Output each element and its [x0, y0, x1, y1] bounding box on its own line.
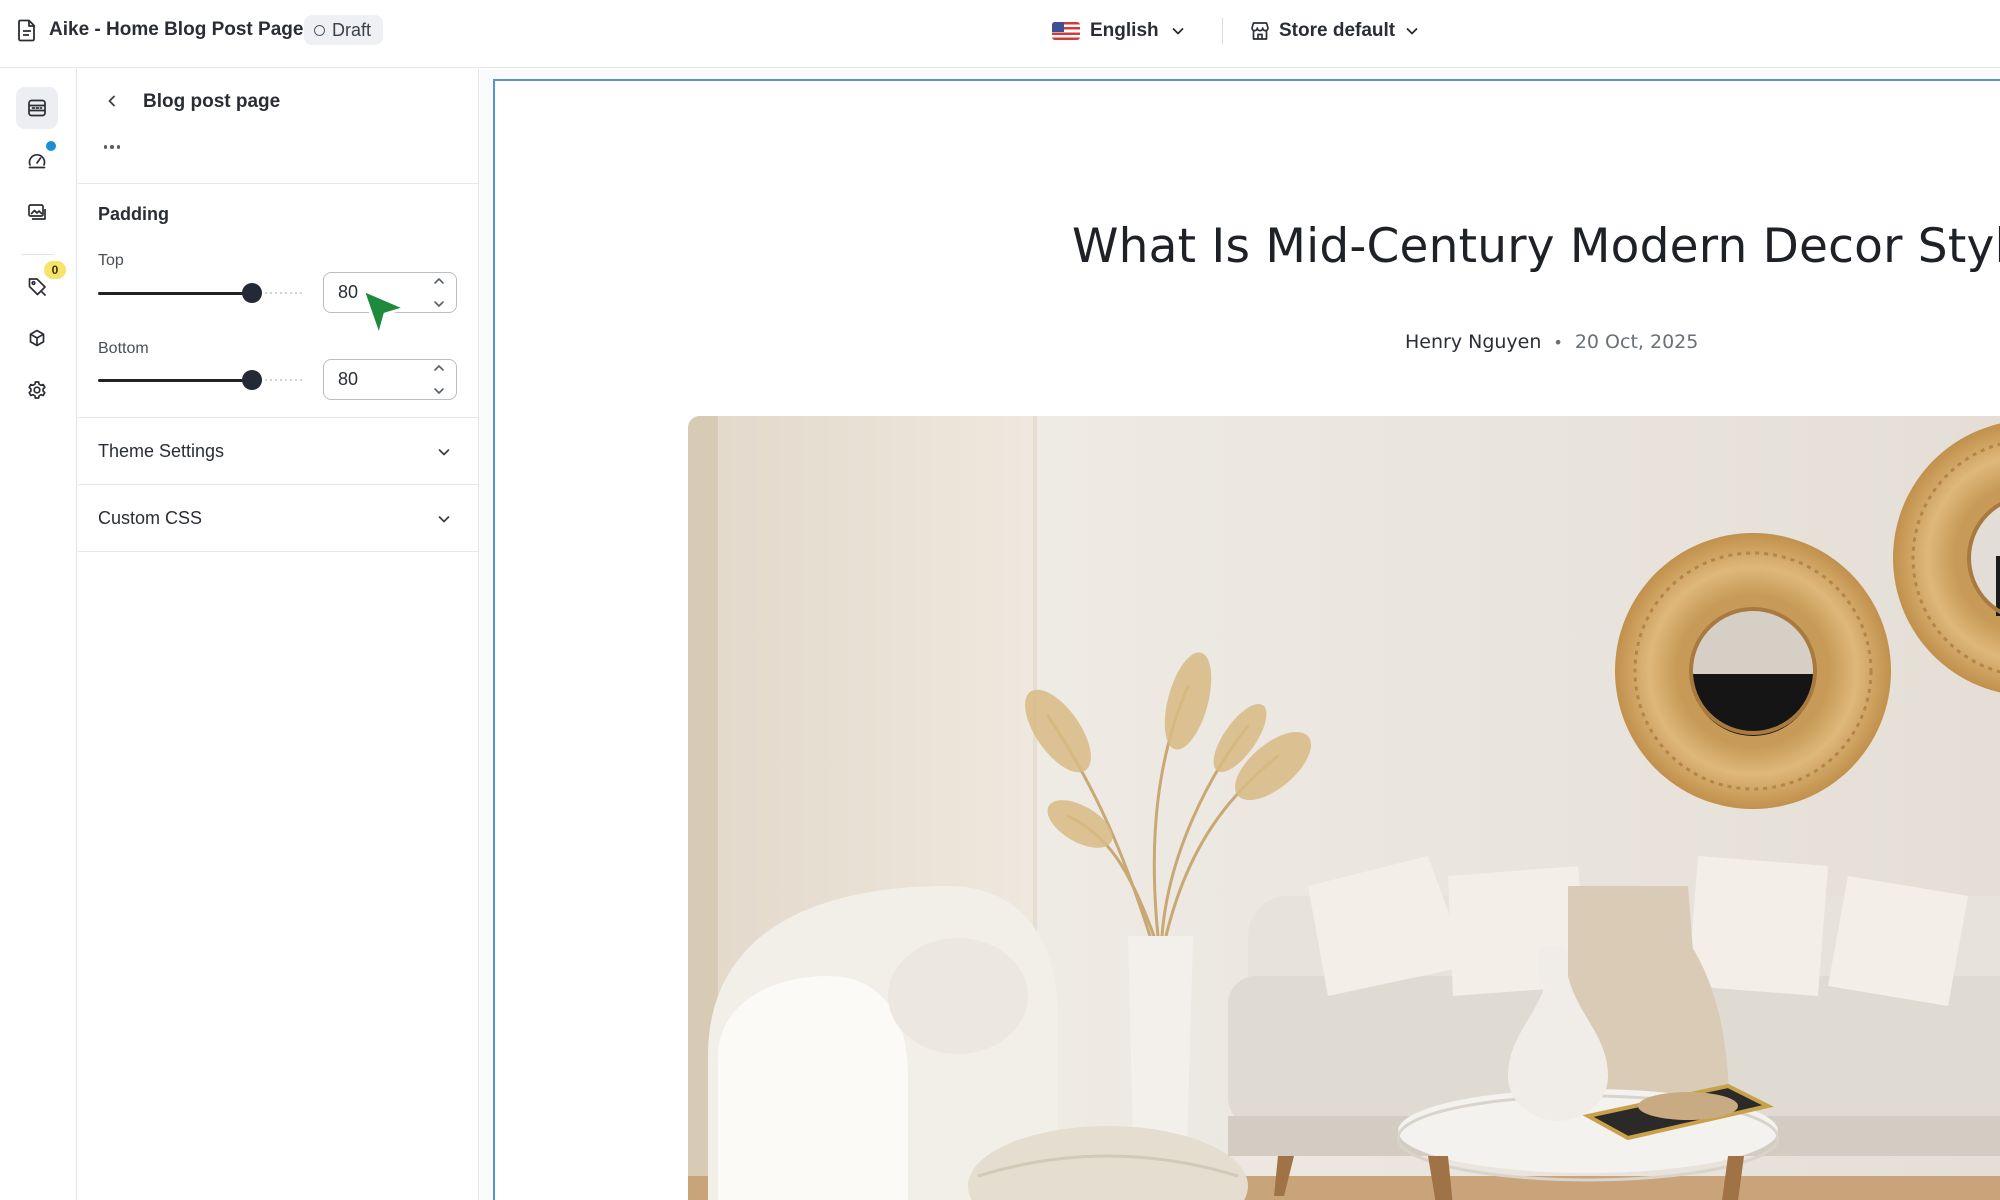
chevron-up-icon[interactable]	[432, 276, 446, 286]
more-dot-icon	[110, 145, 114, 149]
chevron-up-icon[interactable]	[432, 363, 446, 373]
blog-post-title: What Is Mid-Century Modern Decor Style?	[1072, 219, 2000, 274]
bottom-padding-slider[interactable]	[98, 369, 302, 391]
custom-css-label: Custom CSS	[98, 508, 203, 528]
bottom-padding-label: Bottom	[98, 340, 149, 357]
post-date: 20 Oct, 2025	[1574, 331, 1699, 353]
media-library-icon	[28, 204, 46, 220]
post-meta: Henry Nguyen • 20 Oct, 2025	[495, 331, 2000, 353]
slider-track-fill	[98, 291, 253, 295]
theme-settings-label: Theme Settings	[98, 441, 225, 461]
preview-canvas[interactable]: What Is Mid-Century Modern Decor Style? …	[493, 79, 2000, 1200]
cursor-arrow-icon	[361, 288, 407, 338]
rail-sections-button[interactable]	[16, 87, 58, 129]
bottom-padding-input[interactable]	[323, 359, 457, 400]
discount-tag-icon	[28, 278, 46, 296]
chevron-down-icon[interactable]	[432, 299, 446, 309]
speedometer-icon	[28, 154, 46, 169]
chevron-down-icon	[438, 516, 450, 523]
store-label: Store default	[1279, 20, 1396, 41]
topbar-divider	[1222, 18, 1223, 44]
back-button[interactable]	[98, 89, 126, 113]
meta-separator: •	[1553, 332, 1563, 352]
document-icon	[18, 19, 35, 42]
bottom-padding-value[interactable]	[338, 360, 418, 399]
rail-settings-button[interactable]	[16, 369, 58, 411]
status-badge: Draft	[304, 15, 384, 45]
top-bar: Aike - Home Blog Post Page Draft English…	[0, 0, 2000, 68]
slider-track	[260, 292, 302, 294]
sections-icon	[28, 99, 46, 117]
settings-panel: Blog post page Padding Top Bottom	[78, 69, 479, 1200]
slider-thumb[interactable]	[242, 370, 262, 390]
top-padding-label: Top	[98, 252, 124, 269]
gear-icon	[28, 381, 46, 399]
top-padding-stepper[interactable]	[430, 276, 448, 309]
hero-image	[688, 416, 2000, 1200]
rail-media-button[interactable]	[16, 191, 58, 233]
slider-thumb[interactable]	[242, 283, 262, 303]
bottom-padding-stepper[interactable]	[430, 363, 448, 396]
post-author: Henry Nguyen	[1405, 331, 1542, 353]
padding-section-title: Padding	[98, 204, 169, 224]
padding-section: Padding Top Bottom	[78, 184, 479, 418]
chevron-down-icon	[438, 449, 450, 456]
apps-icon	[29, 329, 45, 347]
language-selector[interactable]: English	[1052, 14, 1187, 48]
chevron-left-icon	[108, 95, 115, 107]
more-options-button[interactable]	[98, 137, 126, 157]
rail-divider	[22, 254, 54, 255]
preview-area: What Is Mid-Century Modern Decor Style? …	[480, 69, 2000, 1200]
draft-status-icon	[314, 24, 325, 36]
top-padding-slider[interactable]	[98, 282, 302, 304]
chevron-down-icon[interactable]	[432, 386, 446, 396]
slider-track	[260, 379, 302, 381]
notification-dot	[46, 141, 56, 151]
page-title: Aike - Home Blog Post Page	[49, 19, 304, 40]
status-badge-label: Draft	[332, 19, 372, 40]
language-label: English	[1090, 20, 1159, 41]
store-icon	[1251, 22, 1269, 40]
rail-discounts-button[interactable]: 0	[16, 261, 66, 307]
chevron-down-icon	[1172, 28, 1184, 35]
panel-header: Blog post page	[78, 69, 479, 184]
chevron-down-icon	[1406, 28, 1418, 35]
living-room-illustration	[688, 416, 2000, 1200]
slider-track-fill	[98, 378, 253, 382]
custom-css-accordion[interactable]: Custom CSS	[78, 486, 479, 552]
panel-title: Blog post page	[143, 91, 281, 112]
rail-apps-button[interactable]	[16, 317, 58, 359]
us-flag-icon	[1052, 22, 1080, 40]
icon-rail: 0	[0, 69, 77, 1200]
discount-count-badge: 0	[44, 261, 66, 279]
more-dot-icon	[103, 145, 108, 149]
store-selector[interactable]: Store default	[1249, 14, 1421, 48]
more-dot-icon	[116, 145, 121, 149]
theme-settings-accordion[interactable]: Theme Settings	[78, 419, 479, 485]
rail-performance-button[interactable]	[16, 139, 58, 181]
